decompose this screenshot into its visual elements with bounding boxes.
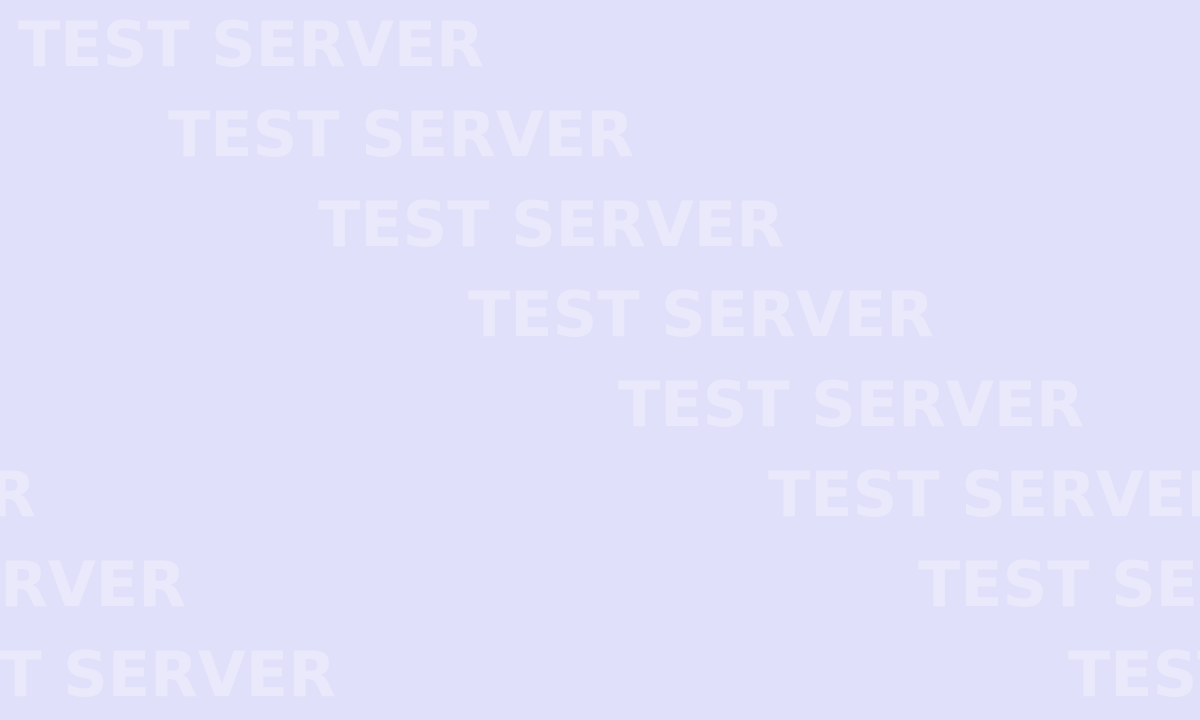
watermark-label: TEST SERVER (918, 548, 1200, 621)
watermark-label: TEST SERVER (18, 8, 484, 81)
watermark-label: TEST SERVER (618, 368, 1084, 441)
watermark-label: TEST SERVER (1068, 638, 1200, 711)
watermark-label: TEST SERVER (0, 548, 186, 621)
watermark-label: TEST SERVER (0, 458, 36, 531)
watermark-label: TEST SERVER (168, 98, 634, 171)
watermark-label: TEST SERVER (768, 458, 1200, 531)
watermark-label: TEST SERVER (318, 188, 784, 261)
test-server-watermark: TEST SERVER TEST SERVER TEST SERVER TEST… (0, 0, 1200, 720)
watermark-label: TEST SERVER (0, 638, 336, 711)
watermark-label: TEST SERVER (468, 278, 934, 351)
